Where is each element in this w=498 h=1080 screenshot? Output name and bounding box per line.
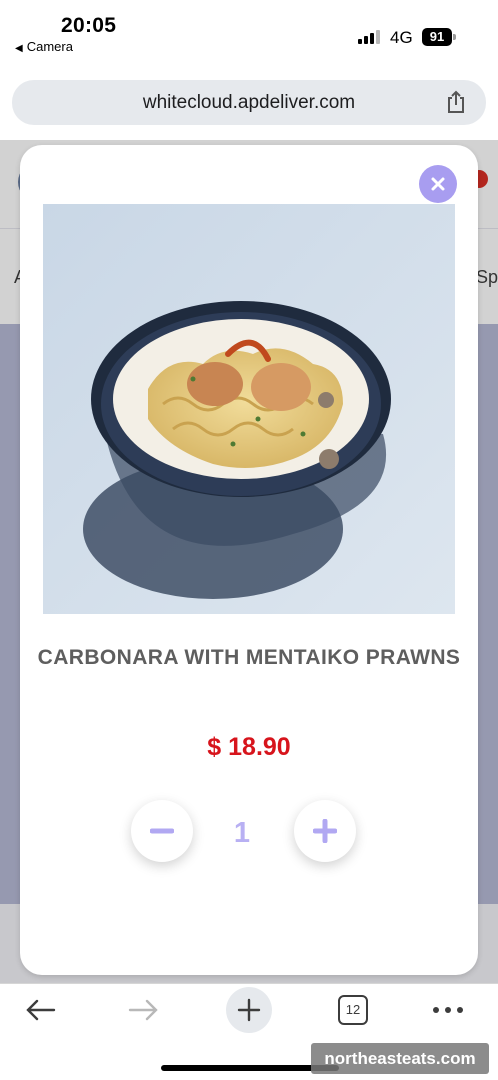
dish-name: CARBONARA WITH MENTAIKO PRAWNS bbox=[37, 646, 461, 669]
arrow-left-icon bbox=[26, 999, 56, 1021]
quantity-value: 1 bbox=[233, 817, 251, 849]
more-menu-button[interactable] bbox=[428, 988, 468, 1032]
close-icon bbox=[431, 177, 445, 191]
screen: 20:05 ◀ Camera 4G 91 whitecloud.apdeliver… bbox=[0, 0, 498, 1080]
address-bar-area: whitecloud.apdeliver.com bbox=[0, 62, 498, 140]
plus-icon bbox=[313, 819, 337, 843]
watermark: northeasteats.com bbox=[311, 1043, 489, 1074]
battery-tip bbox=[453, 34, 456, 40]
tabs-button[interactable]: 12 bbox=[336, 988, 370, 1032]
item-detail-modal: CARBONARA WITH MENTAIKO PRAWNS $ 18.90 1 bbox=[20, 145, 478, 975]
share-icon[interactable] bbox=[443, 89, 469, 115]
dish-photo bbox=[43, 204, 455, 614]
minus-icon bbox=[150, 828, 174, 834]
decrease-quantity-button[interactable] bbox=[131, 800, 193, 862]
address-bar[interactable]: whitecloud.apdeliver.com bbox=[12, 80, 486, 125]
status-time: 20:05 bbox=[61, 14, 117, 37]
arrow-right-icon bbox=[128, 999, 158, 1021]
back-app-label: Camera bbox=[26, 39, 73, 54]
close-modal-button[interactable] bbox=[419, 165, 457, 203]
new-tab-button[interactable] bbox=[226, 987, 272, 1033]
signal-strength-icon bbox=[358, 30, 382, 44]
forward-button[interactable] bbox=[124, 988, 164, 1032]
background-category-right: Sp bbox=[476, 267, 498, 287]
tab-count: 12 bbox=[338, 995, 368, 1025]
increase-quantity-button[interactable] bbox=[294, 800, 356, 862]
battery-level: 91 bbox=[429, 29, 445, 44]
back-triangle-icon: ◀ bbox=[15, 43, 23, 54]
network-type: 4G bbox=[390, 28, 413, 47]
dish-price: $ 18.90 bbox=[207, 733, 291, 761]
back-to-app-link[interactable]: ◀ Camera bbox=[15, 39, 73, 54]
url-text[interactable]: whitecloud.apdeliver.com bbox=[12, 80, 486, 125]
ellipsis-icon bbox=[433, 1007, 463, 1013]
battery-icon: 91 bbox=[422, 28, 452, 46]
plus-icon bbox=[237, 998, 261, 1022]
back-button[interactable] bbox=[20, 988, 60, 1032]
status-bar: 20:05 ◀ Camera 4G 91 bbox=[0, 0, 498, 62]
